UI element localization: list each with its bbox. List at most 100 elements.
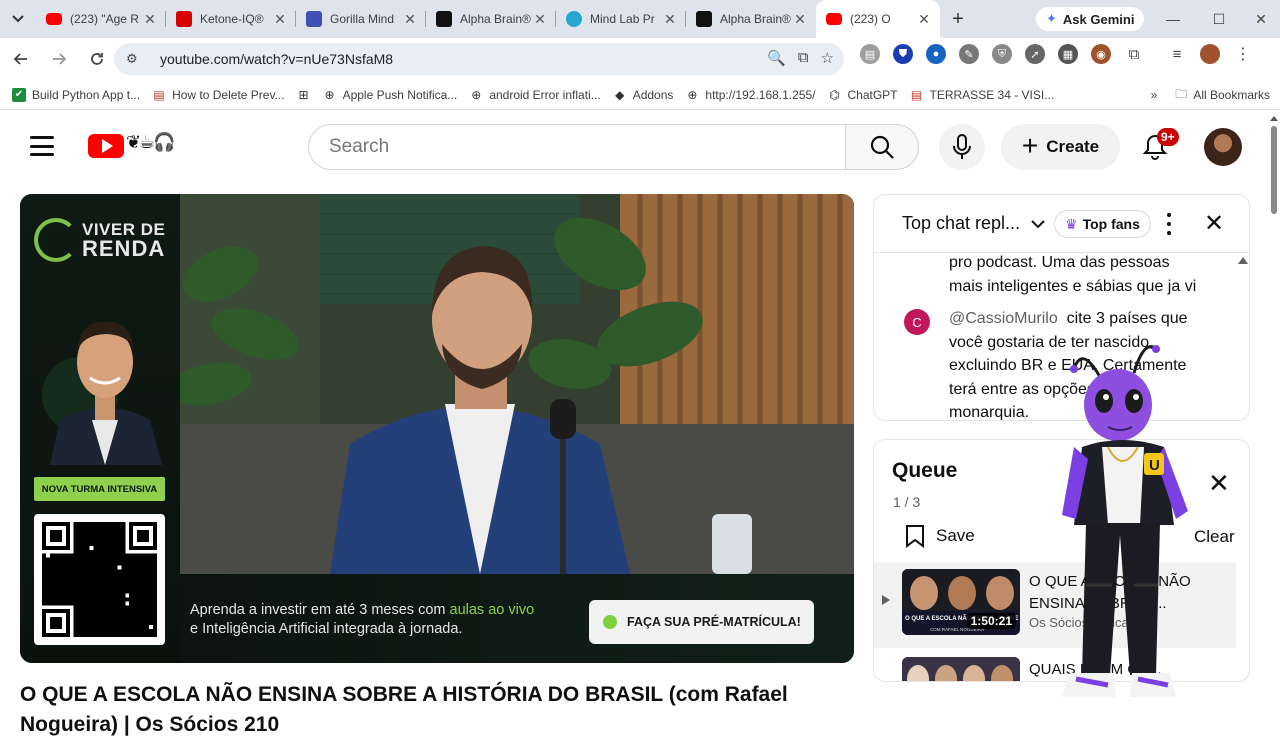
browser-tab[interactable]: Alpha Brain® ✕ <box>686 0 816 38</box>
tab-close-icon[interactable]: ✕ <box>532 11 548 28</box>
reading-list-icon[interactable]: ≡ <box>1167 44 1187 64</box>
tab-close-icon[interactable]: ✕ <box>662 11 678 28</box>
ad-bottom-banner[interactable]: Aprenda a investir em até 3 meses com au… <box>180 574 854 663</box>
browser-tab-title: Alpha Brain® <box>460 12 531 26</box>
new-tab-button[interactable]: + <box>940 0 976 38</box>
browser-tab[interactable]: Alpha Brain® ✕ <box>426 0 556 38</box>
top-fans-chip[interactable]: ♛ Top fans <box>1054 210 1151 238</box>
bookmark-item[interactable]: ⊞ <box>297 88 311 102</box>
bookmark-item[interactable]: ▤ TERRASSE 34 - VISI... <box>910 87 1054 102</box>
bookmark-item[interactable]: ⊕ android Error inflati... <box>469 88 600 102</box>
queue-item[interactable]: O QUE A ESCOLA NÃO ENSINA SOBRE A HISTÓR… <box>874 562 1236 648</box>
queue-clear-button[interactable]: Clear <box>1194 527 1235 547</box>
zoom-icon[interactable]: 🔍 <box>767 49 786 67</box>
extensions-puzzle-icon[interactable]: ⧉ <box>1124 44 1144 64</box>
queue-item[interactable]: QUAIS ERAM OS... <box>874 650 1236 681</box>
brand-circle-icon <box>34 218 78 262</box>
folder-icon: 🗀 <box>1175 86 1188 101</box>
browser-tab[interactable]: (223) "Age R ✕ <box>36 0 166 38</box>
create-button[interactable]: + Create <box>1001 124 1120 170</box>
profile-avatar[interactable] <box>1200 44 1220 64</box>
chat-more-options-icon[interactable] <box>1162 213 1176 235</box>
back-button[interactable] <box>4 42 38 76</box>
circle-extension-icon[interactable]: ● <box>926 44 946 64</box>
chat-mode-dropdown[interactable]: Top chat repl... <box>902 213 1046 234</box>
ask-gemini-button[interactable]: ✦ Ask Gemini <box>1036 7 1145 31</box>
more-bookmarks-icon[interactable]: » <box>1151 88 1158 102</box>
browser-menu-icon[interactable]: ⋮ <box>1233 44 1253 64</box>
minimize-button[interactable]: — <box>1150 0 1196 38</box>
bookmark-item[interactable]: ⊕ Apple Push Notifica... <box>323 88 458 102</box>
chat-scroll-up-icon[interactable] <box>1238 257 1248 264</box>
tab-close-icon[interactable]: ✕ <box>402 11 418 28</box>
menu-icon[interactable] <box>30 136 54 156</box>
chat-author-avatar[interactable]: C <box>904 309 930 335</box>
bookmark-star-icon[interactable]: ☆ <box>821 49 834 67</box>
extension-icon-5[interactable]: ⛨ <box>992 44 1012 64</box>
youtube-doodle-icon[interactable]: ❦☕🎧 <box>126 132 176 153</box>
voice-search-button[interactable] <box>939 124 985 170</box>
search-input[interactable]: Search <box>308 124 846 170</box>
queue-item-title: QUAIS ERAM OS... <box>1029 661 1162 678</box>
shield-icon[interactable]: ⛊ <box>893 44 913 64</box>
ask-gemini-label: Ask Gemini <box>1062 11 1135 27</box>
youtube-header: ❦☕🎧 Search + Create 9+ <box>0 112 1268 182</box>
queue-save-button[interactable]: Save <box>904 524 975 548</box>
tab-search-button[interactable] <box>0 0 36 38</box>
tab-close-icon[interactable]: ✕ <box>792 11 808 28</box>
video-player[interactable]: VIVER DE RENDA NOVA TURMA INTENSIVA Apre… <box>20 194 854 663</box>
site-settings-icon[interactable]: ⚙ <box>126 51 148 67</box>
chat-close-icon[interactable]: ✕ <box>1204 212 1224 236</box>
url-text: youtube.com/watch?v=nUe73NsfaM8 <box>160 51 394 67</box>
tab-close-icon[interactable]: ✕ <box>272 11 288 28</box>
queue-item-channel: Os Sócios Podcast <box>1029 615 1139 630</box>
address-bar[interactable]: ⚙ youtube.com/watch?v=nUe73NsfaM8 🔍 ⧉ ☆ <box>114 43 844 75</box>
youtube-logo[interactable] <box>88 134 124 158</box>
bookmark-item[interactable]: ⊕ http://192.168.1.255/ <box>685 88 815 102</box>
extension-icon-1[interactable]: ▤ <box>860 44 880 64</box>
browser-tab[interactable]: Gorilla Mind ✕ <box>296 0 426 38</box>
browser-tab-title: Alpha Brain® <box>720 12 791 26</box>
all-bookmarks-button[interactable]: 🗀 All Bookmarks <box>1175 85 1270 106</box>
queue-close-icon[interactable]: ✕ <box>1208 470 1230 496</box>
scrollbar-thumb[interactable] <box>1271 126 1277 214</box>
ad-cta-button[interactable]: FAÇA SUA PRÉ-MATRÍCULA! <box>589 600 814 644</box>
chat-mode-label: Top chat repl... <box>902 213 1021 233</box>
search-button[interactable] <box>845 124 919 170</box>
bookmark-item[interactable]: ✔ Build Python App t... <box>12 87 140 102</box>
browser-tab[interactable]: (223) O ✕ <box>816 0 940 38</box>
extension-icon-7[interactable]: ▦ <box>1058 44 1078 64</box>
bookmark-item[interactable]: ◆ Addons <box>613 87 674 102</box>
queue-item-thumbnail[interactable]: O QUE A ESCOLA NÃO ENSINA SOBRE A HISTÓR… <box>902 569 1020 635</box>
queue-count: 1 / 3 <box>893 494 921 510</box>
globe-icon: ⊕ <box>324 87 335 102</box>
extension-icon-4[interactable]: ✎ <box>959 44 979 64</box>
install-app-icon[interactable]: ⧉ <box>798 49 809 67</box>
reload-button[interactable] <box>80 42 114 76</box>
tab-close-icon[interactable]: ✕ <box>142 11 158 28</box>
account-avatar[interactable] <box>1204 128 1242 166</box>
maximize-button[interactable]: ☐ <box>1196 0 1242 38</box>
queue-item-thumbnail[interactable] <box>902 657 1020 681</box>
ad-brand-logo: VIVER DE RENDA <box>34 218 165 262</box>
bookmark-label: Addons <box>632 87 674 102</box>
chat-author-name[interactable]: @CassioMurilo <box>949 310 1058 327</box>
bookmark-item[interactable]: ▤ How to Delete Prev... <box>152 88 284 102</box>
diamond-icon: ◆ <box>615 87 625 102</box>
window-close-button[interactable]: ✕ <box>1238 0 1280 38</box>
apps-grid-icon: ⊞ <box>298 87 309 102</box>
gorilla-mind-icon <box>306 11 322 27</box>
browser-tab[interactable]: Mind Lab Pr ✕ <box>556 0 686 38</box>
tab-close-icon[interactable]: ✕ <box>916 11 932 28</box>
scroll-up-arrow-icon[interactable] <box>1270 116 1278 121</box>
search-icon <box>870 135 894 159</box>
browser-tab[interactable]: Ketone-IQ® ✕ <box>166 0 296 38</box>
page-scrollbar[interactable] <box>1268 112 1280 720</box>
extension-icon-6[interactable]: ➚ <box>1025 44 1045 64</box>
ad-presenter-image <box>42 321 162 465</box>
forward-button[interactable] <box>42 42 76 76</box>
extension-icon-8[interactable]: ◉ <box>1091 44 1111 64</box>
ad-side-panel[interactable]: VIVER DE RENDA NOVA TURMA INTENSIVA <box>20 194 180 663</box>
bookmark-item[interactable]: ⌬ ChatGPT <box>828 88 897 102</box>
page-icon: ▤ <box>910 87 923 102</box>
